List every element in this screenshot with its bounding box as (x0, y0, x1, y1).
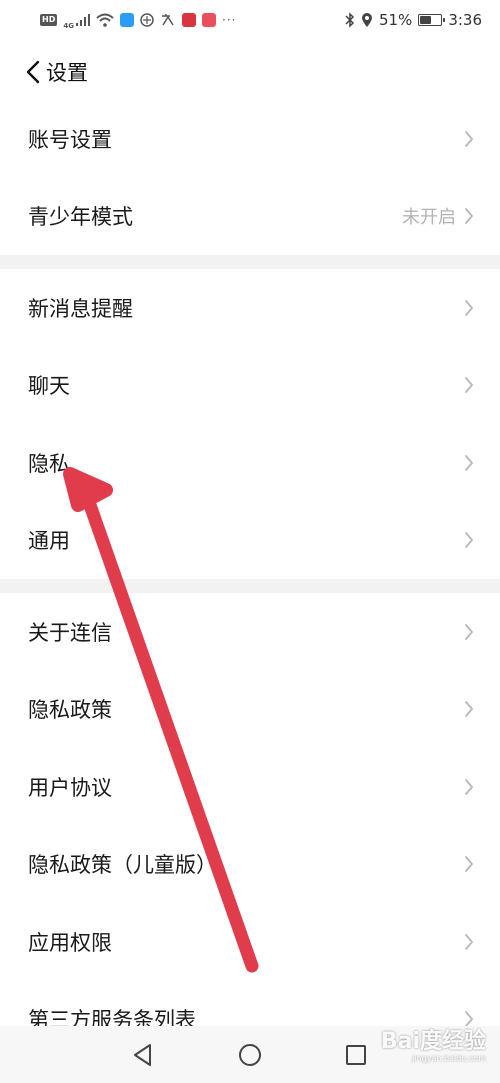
settings-row[interactable]: 聊天 (0, 346, 500, 424)
bluetooth-icon (345, 12, 355, 28)
app-notification-icon (119, 13, 134, 27)
wifi-icon (96, 13, 114, 27)
settings-row-label: 应用权限 (28, 930, 112, 955)
shop-notification-icon (201, 13, 216, 27)
settings-row-right (464, 700, 474, 718)
chevron-right-icon (465, 856, 473, 873)
settings-row-right: 未开启 (402, 203, 474, 229)
more-notifications: ··· (221, 13, 237, 27)
battery-fill (420, 16, 431, 24)
group-divider (0, 255, 500, 269)
settings-row[interactable]: 应用权限 (0, 903, 500, 981)
translate-notification-icon (161, 14, 174, 26)
settings-row-right (464, 855, 474, 873)
chevron-right-icon (465, 377, 473, 394)
chevron-right-icon (465, 299, 473, 316)
settings-row-label: 通用 (28, 529, 70, 554)
settings-row[interactable]: 隐私 (0, 424, 500, 502)
settings-row[interactable]: 关于连信 (0, 593, 500, 671)
signal-icon (75, 14, 90, 26)
chevron-right-icon (465, 130, 473, 147)
system-nav-bar (0, 1026, 500, 1083)
chevron-right-icon (465, 454, 473, 471)
settings-row[interactable]: 隐私政策（儿童版） (0, 825, 500, 903)
settings-row-label: 聊天 (28, 374, 70, 399)
settings-row-label: 新消息提醒 (28, 296, 133, 321)
settings-row[interactable]: 通用 (0, 501, 500, 579)
circle-home-icon[interactable] (235, 1040, 265, 1070)
settings-row[interactable]: 账号设置 (0, 100, 500, 178)
settings-row-right (464, 130, 474, 148)
settings-row-right (464, 933, 474, 951)
status-left: HD 4G ··· (40, 10, 236, 30)
settings-row-label: 隐私 (28, 451, 70, 476)
settings-row[interactable]: 隐私政策 (0, 670, 500, 748)
settings-row-right (464, 376, 474, 394)
settings-list: 账号设置青少年模式 未开启新消息提醒聊天隐私通用关于连信隐私政策用户协议隐私政策（… (0, 100, 500, 1058)
chevron-right-icon (465, 701, 473, 718)
settings-row-right (464, 623, 474, 641)
settings-row-right (464, 299, 474, 317)
chevron-left-icon (26, 60, 40, 84)
location-icon (361, 13, 372, 27)
settings-row[interactable]: 青少年模式 未开启 (0, 177, 500, 255)
chevron-right-icon (465, 933, 473, 950)
settings-row-right (464, 531, 474, 549)
clock: 3:36 (448, 11, 482, 29)
chevron-right-icon (465, 208, 473, 225)
browser-notification-icon (140, 13, 154, 27)
chevron-right-icon (465, 778, 473, 795)
settings-row[interactable]: 用户协议 (0, 748, 500, 826)
status-right: 51% 3:36 (345, 11, 482, 29)
settings-row-label: 青少年模式 (28, 205, 133, 230)
status-bar: HD 4G ··· 51% 3:36 (0, 0, 500, 40)
chevron-right-icon (465, 623, 473, 640)
square-recents-icon[interactable] (341, 1040, 371, 1070)
back-button[interactable] (0, 46, 46, 98)
settings-row-value: 未开启 (402, 207, 456, 229)
group-divider (0, 579, 500, 593)
battery-icon (418, 14, 446, 26)
settings-row-label: 隐私政策 (28, 698, 112, 723)
chevron-right-icon (465, 532, 473, 549)
page-header: 设置 (0, 46, 500, 98)
settings-row-label: 账号设置 (28, 127, 112, 152)
settings-row-label: 关于连信 (28, 620, 112, 645)
settings-row-label: 隐私政策（儿童版） (28, 853, 217, 878)
settings-row[interactable]: 新消息提醒 (0, 269, 500, 347)
settings-row-right (464, 778, 474, 796)
network-type: 4G (63, 22, 74, 30)
book-notification-icon (181, 13, 196, 27)
hd-badge: HD (40, 14, 58, 26)
triangle-back-icon[interactable] (128, 1040, 158, 1070)
settings-row-label: 用户协议 (28, 775, 112, 800)
settings-row-right (464, 454, 474, 472)
battery-percent: 51% (378, 11, 413, 29)
page-title: 设置 (46, 61, 88, 85)
